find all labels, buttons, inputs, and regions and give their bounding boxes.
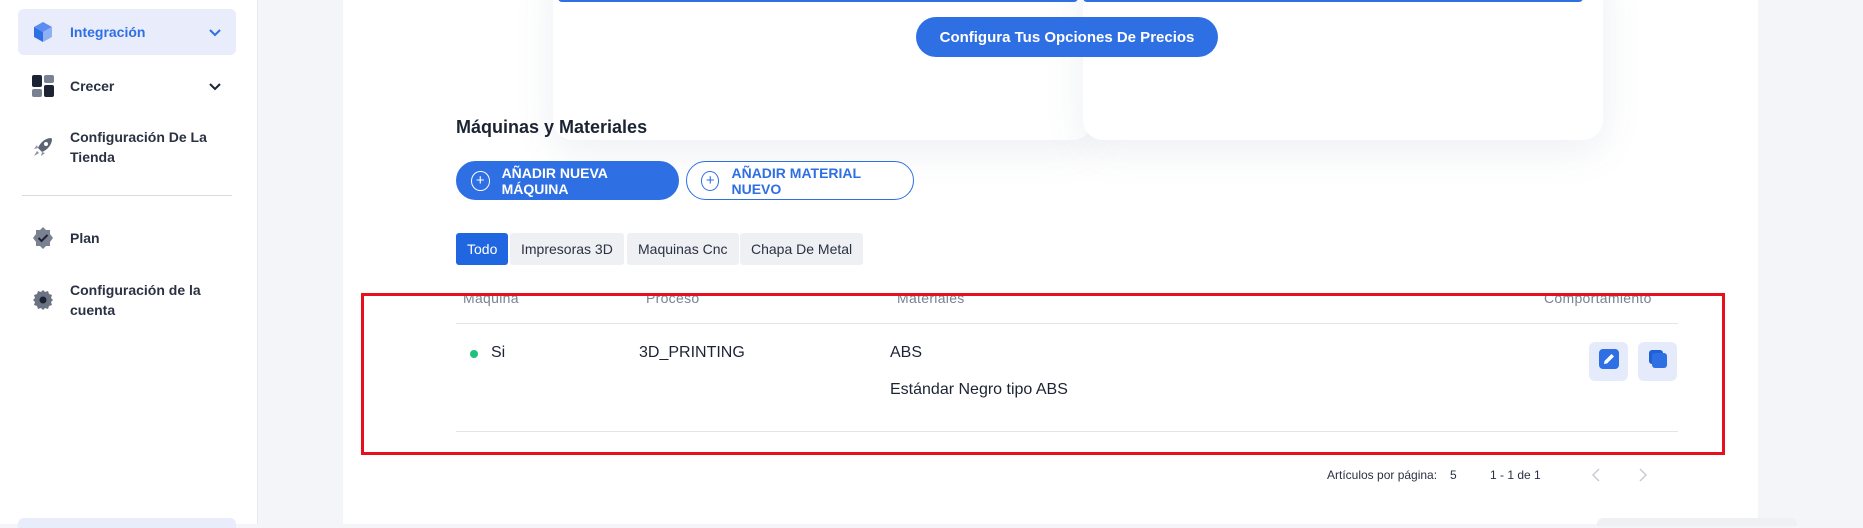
sidebar-item-crecer[interactable]: Crecer: [18, 66, 236, 106]
pricing-card-right-edge: [1083, 0, 1583, 2]
table-header-divider: [456, 323, 1678, 324]
sidebar-item-label: Plan: [70, 230, 100, 246]
sidebar-bottom-item[interactable]: [18, 518, 236, 528]
next-page-icon[interactable]: [1633, 465, 1653, 485]
sidebar-item-plan[interactable]: Plan: [18, 220, 236, 256]
chevron-down-icon[interactable]: [206, 23, 224, 41]
pencil-icon: [1598, 348, 1620, 375]
main-panel: Configura Tus Opciones De Precios Máquin…: [343, 0, 1758, 524]
copy-icon: [1647, 348, 1669, 375]
cube-icon: [30, 19, 56, 45]
grid-icon: [30, 73, 56, 99]
sidebar-item-integracion[interactable]: Integración: [18, 9, 236, 55]
per-page-label: Artículos por página:: [1327, 468, 1438, 482]
material-item: ABS: [890, 344, 923, 361]
add-machine-button[interactable]: + AÑADIR NUEVA MÁQUINA: [456, 161, 679, 200]
column-header-materiales: Materiales: [897, 290, 965, 306]
rocket-icon: [30, 134, 56, 160]
tab-todo[interactable]: Todo: [456, 233, 509, 265]
chevron-down-icon[interactable]: [206, 77, 224, 95]
process-cell: 3D_PRINTING: [639, 344, 745, 361]
column-header-proceso: Proceso: [646, 290, 700, 306]
previous-page-icon[interactable]: [1586, 465, 1606, 485]
add-machine-label: AÑADIR NUEVA MÁQUINA: [501, 164, 608, 197]
sidebar-divider: [22, 195, 232, 196]
tab-maquinas-cnc[interactable]: Maquinas Cnc: [627, 233, 739, 265]
tab-chapa-de-metal[interactable]: Chapa De Metal: [740, 233, 864, 265]
sidebar-item-label: Crecer: [70, 78, 115, 94]
pagination-range: 1 - 1 de 1: [1490, 468, 1541, 482]
plus-circle-icon: +: [471, 170, 490, 191]
sidebar-item-label: Configuración De La Tienda: [70, 129, 207, 165]
bottom-right-panel-edge: [1597, 518, 1797, 526]
copy-button[interactable]: [1638, 342, 1677, 381]
plus-circle-icon: +: [701, 170, 720, 191]
status-dot: [470, 350, 478, 358]
column-header-comportamiento: Comportamiento: [1544, 290, 1652, 306]
column-header-maquina: Maquina: [463, 290, 519, 306]
material-item: Estándar Negro tipo ABS: [890, 381, 1068, 398]
machine-cell: Si: [491, 344, 506, 361]
sidebar-item-configuracion-cuenta[interactable]: Configuración de la cuenta: [18, 278, 236, 322]
sidebar-item-label: Configuración de la cuenta: [70, 282, 201, 318]
add-material-label: AÑADIR MATERIAL NUEVO: [731, 164, 861, 197]
add-material-button[interactable]: + AÑADIR MATERIAL NUEVO: [686, 161, 914, 200]
pricing-card-left-edge: [558, 0, 1078, 2]
sidebar-item-configuracion-tienda[interactable]: Configuración De La Tienda: [18, 125, 236, 169]
sidebar-item-label: Integración: [70, 24, 146, 40]
tab-impresoras-3d[interactable]: Impresoras 3D: [510, 233, 624, 265]
gear-icon: [30, 287, 56, 313]
badge-check-icon: [30, 225, 56, 251]
configure-pricing-button[interactable]: Configura Tus Opciones De Precios: [916, 17, 1218, 57]
section-title: Máquinas y Materiales: [456, 117, 648, 137]
per-page-select[interactable]: 5: [1450, 468, 1457, 482]
table-row-divider: [456, 431, 1678, 432]
edit-button[interactable]: [1589, 342, 1628, 381]
sidebar: Integración Crecer Configuración De La T…: [0, 0, 258, 528]
